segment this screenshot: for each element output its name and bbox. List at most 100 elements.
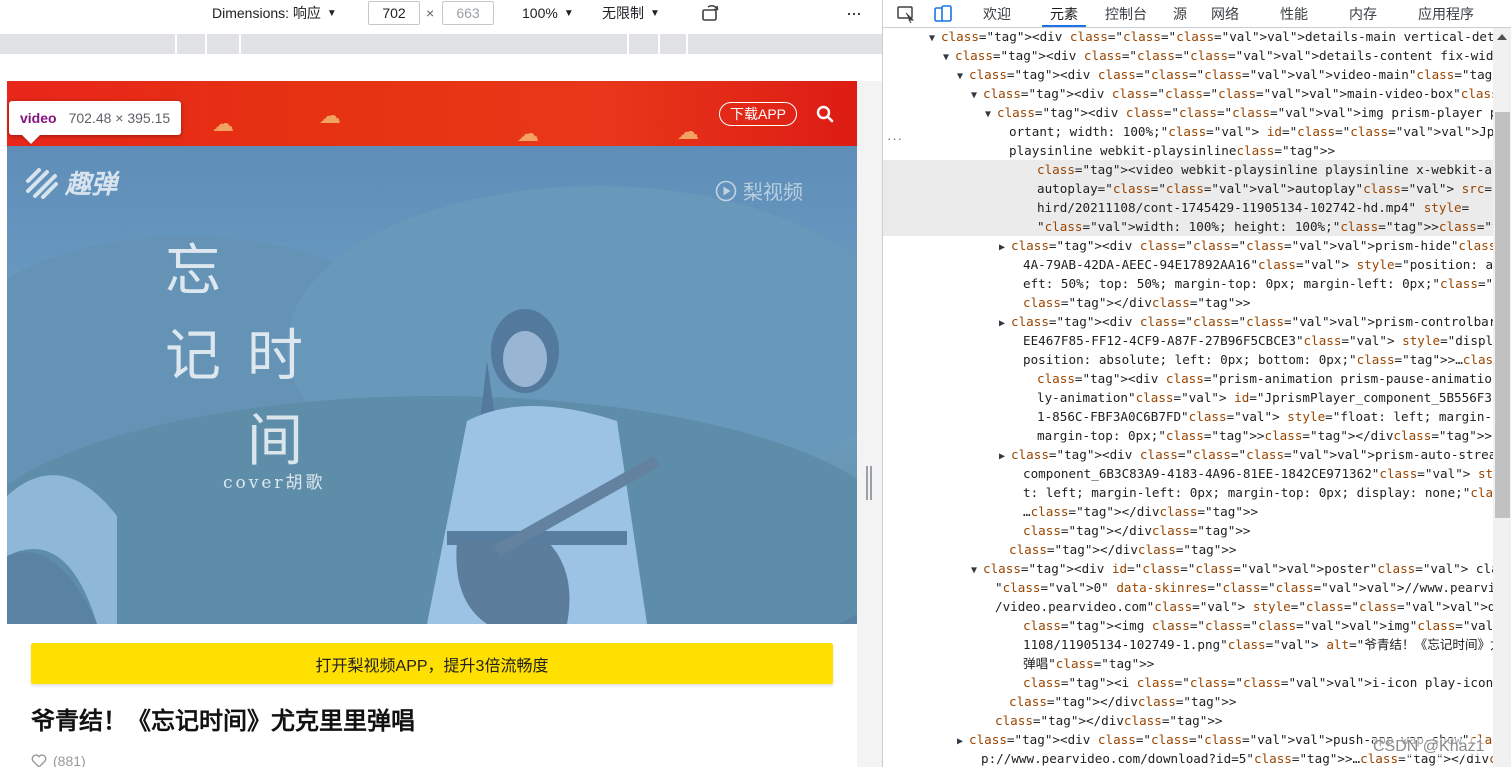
like-row[interactable]: (881) [31, 753, 86, 767]
throttle-dropdown[interactable]: 无限制 ▼ [602, 0, 660, 26]
dom-node-line[interactable]: ly-animation"class="val"> id="JprismPlay… [883, 388, 1493, 407]
tab-console[interactable]: 控制台 [1105, 0, 1147, 27]
dom-node-line[interactable]: class="tag"></divclass="tag">> [883, 540, 1493, 559]
dom-line-text: 4A-79AB-42DA-AEEC-94E17892AA16"class="va… [1023, 257, 1493, 272]
like-count: (881) [53, 753, 86, 767]
tab-application[interactable]: 应用程序 [1418, 0, 1474, 27]
dom-line-text: …class="tag"></divclass="tag">> [1023, 504, 1259, 519]
dom-line-text: EE467F85-FF12-4CF9-A87F-27B96F5CBCE3"cla… [1023, 333, 1493, 348]
dom-line-text: class="tag"></divclass="tag">> [1023, 295, 1251, 310]
dom-line-text: class="tag"><div class="class="class="va… [983, 86, 1493, 101]
pearvideo-logo-icon [715, 180, 737, 201]
element-highlight-overlay [7, 146, 857, 624]
dom-node-line[interactable]: ▶ class="tag"><div class="class="class="v… [883, 445, 1493, 464]
tab-performance[interactable]: 性能 [1280, 0, 1308, 27]
dom-node-line[interactable]: ▶ class="tag"><div class="class="class="v… [883, 236, 1493, 255]
dimensions-label: Dimensions: 响应 [212, 5, 321, 21]
dom-node-line[interactable]: class="tag"></divclass="tag">> [883, 521, 1493, 540]
csdn-watermark: CSDN @Khaz1 [1373, 738, 1485, 756]
poster-char: 间 [247, 409, 303, 474]
dom-node-line[interactable]: class="tag"></divclass="tag">> [883, 293, 1493, 312]
poster-char: 时 [247, 324, 303, 389]
dom-line-text: /video.pearvideo.com"class="val"> style=… [995, 599, 1493, 614]
devtools-tabbar: 欢迎 元素 控制台 源 网络 性能 内存 应用程序 [883, 0, 1511, 28]
tab-memory[interactable]: 内存 [1349, 0, 1377, 27]
dimensions-dropdown[interactable]: Dimensions: 响应 ▼ [212, 0, 337, 26]
dom-line-text: 1108/11905134-102749-1.png"class="val"> … [1023, 637, 1493, 652]
rotate-icon[interactable] [700, 1, 722, 27]
video-player[interactable]: 趣弹 梨视频 忘 记 时 间 cover胡歌 [7, 146, 857, 624]
tooltip-dimensions: 702.48 × 395.15 [68, 110, 171, 126]
dom-node-line[interactable]: eft: 50%; top: 50%; margin-top: 0px; mar… [883, 274, 1493, 293]
dom-node-line[interactable]: margin-top: 0px;"class="tag">>class="tag… [883, 426, 1493, 445]
device-toolbar: Dimensions: 响应 ▼ 702 × 663 100% ▼ 无限制 ▼ … [0, 0, 882, 30]
dom-node-line[interactable]: class="tag"><div class="prism-animation … [883, 369, 1493, 388]
dom-node-line[interactable]: class="tag"><i class="class="class="val"… [883, 673, 1493, 692]
dom-node-line[interactable]: 弹唱"class="tag">> [883, 654, 1493, 673]
dom-line-text: 1-856C-FBF3A0C6B7FD"class="val"> style="… [1037, 409, 1493, 424]
dom-node-line[interactable]: 4A-79AB-42DA-AEEC-94E17892AA16"class="va… [883, 255, 1493, 274]
search-icon[interactable] [816, 105, 834, 123]
dom-node-line[interactable]: /video.pearvideo.com"class="val"> style=… [883, 597, 1493, 616]
node-actions-dots[interactable]: ··· [887, 131, 903, 146]
dom-node-selected-video[interactable]: class="tag"><video webkit-playsinline pl… [883, 160, 1493, 179]
viewport-gutter [857, 81, 882, 767]
scrollbar-thumb[interactable] [1495, 112, 1510, 518]
more-options-icon[interactable]: ··· [846, 0, 862, 26]
times-sign: × [426, 5, 435, 21]
tab-sources[interactable]: 源 [1173, 0, 1187, 27]
dom-node-line[interactable]: class="tag"></divclass="tag">> [883, 711, 1493, 730]
caret-down-icon: ▼ [326, 7, 337, 19]
poster-char: 忘 [165, 239, 221, 304]
tab-network[interactable]: 网络 [1211, 0, 1239, 27]
device-toggle-icon[interactable] [933, 4, 953, 24]
tab-elements[interactable]: 元素 [1050, 0, 1078, 27]
tab-welcome[interactable]: 欢迎 [983, 0, 1011, 27]
dom-node-line[interactable]: component_6B3C83A9-4183-4A96-81EE-1842CE… [883, 464, 1493, 483]
scrollbar[interactable] [1493, 28, 1511, 767]
viewport-resize-handle[interactable] [865, 466, 873, 500]
dom-node-line[interactable]: autoplay="class="class="val">val">autopl… [883, 179, 1493, 198]
throttle-label: 无限制 [602, 5, 644, 21]
dom-node-line[interactable]: position: absolute; left: 0px; bottom: 0… [883, 350, 1493, 369]
download-app-button[interactable]: 下载APP [719, 102, 797, 126]
dom-node-line[interactable]: class="tag"><img class="class="class="va… [883, 616, 1493, 635]
dom-node-line[interactable]: "class="val">0" data-skinres="class="cla… [883, 578, 1493, 597]
media-query-ruler[interactable] [0, 34, 882, 54]
dom-node-line[interactable]: 1-856C-FBF3A0C6B7FD"class="val"> style="… [883, 407, 1493, 426]
width-input[interactable]: 702 [368, 1, 420, 25]
dom-line-text: class="tag"><div class="class="class="va… [941, 29, 1493, 44]
dom-node-line[interactable]: t: left; margin-left: 0px; margin-top: 0… [883, 483, 1493, 502]
dom-tree[interactable]: ▼ class="tag"><div class="class="class="v… [883, 28, 1493, 767]
dom-node-line[interactable]: "class="val">width: 100%; height: 100%;"… [883, 217, 1493, 236]
height-input[interactable]: 663 [442, 1, 494, 25]
dom-node-line[interactable]: hird/20211108/cont-1745429-11905134-1027… [883, 198, 1493, 217]
dom-line-text: autoplay="class="class="val">val">autopl… [1037, 181, 1493, 196]
dom-node-line[interactable]: …class="tag"></divclass="tag">> [883, 502, 1493, 521]
dom-line-text: class="tag"><div class="class="class="va… [955, 48, 1493, 63]
dom-line-text: playsinline webkit-playsinlineclass="tag… [1009, 143, 1336, 158]
dom-node-line[interactable]: ▼ class="tag"><div class="class="class="v… [883, 103, 1493, 122]
dom-node-line[interactable]: 1108/11905134-102749-1.png"class="val"> … [883, 635, 1493, 654]
dom-node-line[interactable]: ▼ class="tag"><div class="class="class="v… [883, 65, 1493, 84]
dom-line-text: class="tag"><div class="class="class="va… [1011, 447, 1493, 462]
dom-node-line[interactable]: class="tag"></divclass="tag">> [883, 692, 1493, 711]
dom-line-text: class="tag"><div id="class="class="val">… [983, 561, 1493, 576]
element-inspect-tooltip: video 702.48 × 395.15 [9, 101, 182, 135]
dom-line-text: eft: 50%; top: 50%; margin-top: 0px; mar… [1023, 276, 1493, 291]
zoom-dropdown[interactable]: 100% ▼ [522, 0, 574, 26]
active-tab-indicator [1042, 25, 1086, 27]
inspect-element-icon[interactable] [896, 4, 916, 24]
dom-node-line[interactable]: ▼ class="tag"><div class="class="class="v… [883, 28, 1493, 46]
open-app-banner[interactable]: 打开梨视频APP，提升3倍流畅度 [31, 643, 833, 684]
dom-node-line[interactable]: ▼ class="tag"><div id="class="class="val"… [883, 559, 1493, 578]
dom-node-line[interactable]: ▶ class="tag"><div class="class="class="v… [883, 312, 1493, 331]
dom-node-line[interactable]: playsinline webkit-playsinlineclass="tag… [883, 141, 1493, 160]
dom-line-text: component_6B3C83A9-4183-4A96-81EE-1842CE… [1023, 466, 1493, 481]
dom-node-line[interactable]: ▼ class="tag"><div class="class="class="v… [883, 84, 1493, 103]
dom-node-line[interactable]: ▼ class="tag"><div class="class="class="v… [883, 46, 1493, 65]
scroll-up-arrow-icon[interactable] [1497, 34, 1507, 40]
dom-node-line[interactable]: EE467F85-FF12-4CF9-A87F-27B96F5CBCE3"cla… [883, 331, 1493, 350]
dom-line-text: class="tag"></divclass="tag">> [1009, 542, 1237, 557]
dom-node-line[interactable]: ortant; width: 100%;"class="val"> id="cl… [883, 122, 1493, 141]
